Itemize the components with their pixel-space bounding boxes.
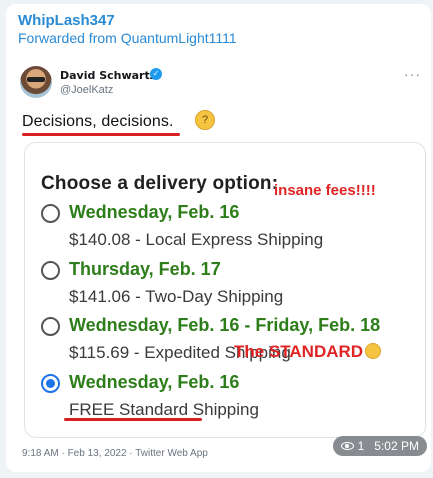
winking-face-icon: [365, 343, 382, 359]
option-date: Thursday, Feb. 17: [69, 259, 221, 279]
ellipsis-icon[interactable]: ···: [404, 66, 421, 82]
option-detail: FREE Standard Shipping: [69, 400, 259, 419]
annotation-insane-fees: insane fees!!!!: [274, 182, 376, 199]
eye-icon: [340, 442, 354, 450]
annotation-standard-text: The STANDARD: [234, 342, 364, 361]
tweet-handle: @JoelKatz: [60, 84, 114, 96]
red-underline-annotation: [22, 133, 180, 136]
option-detail: $141.06 - Two-Day Shipping: [69, 287, 284, 306]
radio-icon: [41, 261, 60, 280]
option-date: Wednesday, Feb. 16: [69, 372, 240, 392]
sender-name[interactable]: WhipLash347: [18, 12, 115, 29]
delivery-title: Choose a delivery option:: [41, 173, 279, 194]
thinking-face-icon: ?: [195, 110, 215, 130]
radio-selected-icon: [41, 374, 60, 393]
avatar[interactable]: [20, 66, 52, 98]
tweet-author-name: David Schwartz: [60, 69, 157, 82]
tweet-text: Decisions, decisions.: [22, 113, 174, 130]
view-count: 1: [357, 439, 365, 453]
message-bubble: WhipLash347 Forwarded from QuantumLight1…: [6, 4, 431, 472]
option-detail: $140.08 - Local Express Shipping: [69, 230, 324, 249]
radio-icon: [41, 317, 60, 336]
radio-icon: [41, 204, 60, 223]
tweet-embed[interactable]: David Schwartz ✓ @JoelKatz ··· Decisions…: [12, 58, 427, 472]
option-date: Wednesday, Feb. 16: [69, 202, 240, 222]
tweet-timestamp[interactable]: 9:18 AM · Feb 13, 2022 · Twitter Web App: [22, 448, 208, 459]
forwarded-from[interactable]: Forwarded from QuantumLight1111: [18, 30, 237, 46]
verified-badge-icon: ✓: [150, 68, 162, 80]
annotation-standard: The STANDARD: [234, 342, 382, 362]
message-meta: 1 5:02 PM: [332, 436, 427, 456]
message-time: 5:02 PM: [374, 439, 419, 453]
option-date: Wednesday, Feb. 16 - Friday, Feb. 18: [69, 315, 381, 335]
red-underline-annotation: [64, 418, 202, 421]
